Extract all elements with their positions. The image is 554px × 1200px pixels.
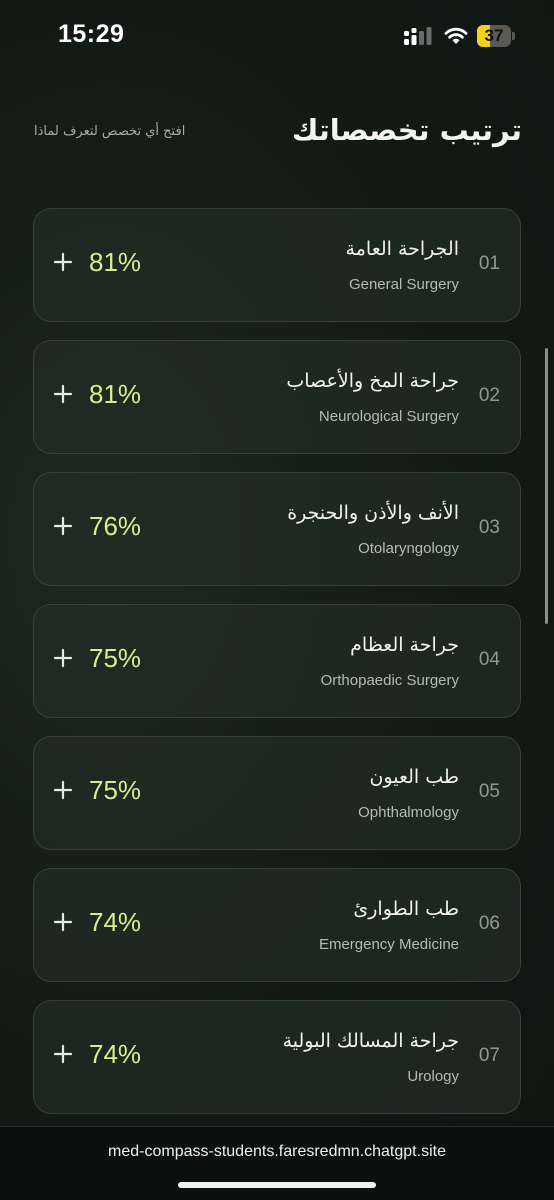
specialty-name-ar: جراحة المسالك البولية (282, 1030, 459, 1052)
specialty-name-en: Neurological Surgery (318, 408, 459, 425)
specialty-rank: 01 (478, 253, 500, 274)
specialty-name-ar: جراحة المخ والأعصاب (286, 370, 459, 392)
match-percent: 81% (89, 379, 142, 409)
match-percent: 75% (89, 643, 142, 673)
url-text[interactable]: med-compass-students.faresredmn.chatgpt.… (0, 1143, 554, 1161)
specialty-rank: 05 (478, 781, 500, 802)
page-title: ترتيب تخصصاتك (291, 113, 522, 147)
specialty-name-ar: الأنف والأذن والحنجرة (287, 502, 459, 524)
specialty-rank: 03 (478, 517, 500, 538)
specialty-card[interactable]: 01 الجراحة العامة General Surgery 81% (33, 208, 521, 322)
specialty-name-ar: جراحة العظام (350, 634, 459, 656)
wifi-icon (444, 27, 468, 44)
page-subtitle: افتح أي تخصص لتعرف لماذا (34, 124, 186, 139)
plus-icon[interactable] (52, 647, 74, 669)
cellular-signal-icon (404, 27, 432, 45)
battery-icon: 37 (477, 25, 515, 47)
home-indicator[interactable] (178, 1182, 376, 1188)
specialty-name-ar: طب العيون (369, 766, 459, 788)
specialty-rank: 04 (478, 649, 500, 670)
specialty-rank: 07 (478, 1045, 500, 1066)
specialty-rank: 02 (478, 385, 500, 406)
status-bar: 15:29 37 (0, 0, 554, 72)
specialty-name-ar: الجراحة العامة (345, 238, 459, 260)
plus-icon[interactable] (52, 515, 74, 537)
status-time: 15:29 (58, 20, 125, 48)
specialty-name-en: Ophthalmology (358, 804, 459, 821)
specialty-rank: 06 (478, 913, 500, 934)
specialty-card[interactable]: 02 جراحة المخ والأعصاب Neurological Surg… (33, 340, 521, 454)
specialty-name-en: Otolaryngology (358, 540, 459, 557)
specialty-name-en: Orthopaedic Surgery (320, 672, 459, 689)
browser-url-bar[interactable]: med-compass-students.faresredmn.chatgpt.… (0, 1126, 554, 1200)
plus-icon[interactable] (52, 251, 74, 273)
plus-icon[interactable] (52, 779, 74, 801)
specialty-name-en: General Surgery (348, 276, 459, 293)
specialty-card[interactable]: 03 الأنف والأذن والحنجرة Otolaryngology … (33, 472, 521, 586)
specialty-card[interactable]: 05 طب العيون Ophthalmology 75% (33, 736, 521, 850)
specialty-name-en: Emergency Medicine (318, 936, 459, 953)
battery-level: 37 (484, 26, 504, 45)
match-percent: 74% (89, 907, 142, 937)
specialty-card[interactable]: 07 جراحة المسالك البولية Urology 74% (33, 1000, 521, 1114)
plus-icon[interactable] (52, 1043, 74, 1065)
scrollbar[interactable] (545, 348, 548, 624)
match-percent: 81% (89, 247, 142, 277)
plus-icon[interactable] (52, 911, 74, 933)
specialty-name-en: Urology (407, 1068, 459, 1085)
specialty-card[interactable]: 06 طب الطوارئ Emergency Medicine 74% (33, 868, 521, 982)
match-percent: 74% (89, 1039, 142, 1069)
specialty-list: 01 الجراحة العامة General Surgery 81% 02… (33, 208, 521, 1132)
match-percent: 76% (89, 511, 142, 541)
specialty-card[interactable]: 04 جراحة العظام Orthopaedic Surgery 75% (33, 604, 521, 718)
plus-icon[interactable] (52, 383, 74, 405)
match-percent: 75% (89, 775, 142, 805)
specialty-name-ar: طب الطوارئ (353, 898, 459, 920)
